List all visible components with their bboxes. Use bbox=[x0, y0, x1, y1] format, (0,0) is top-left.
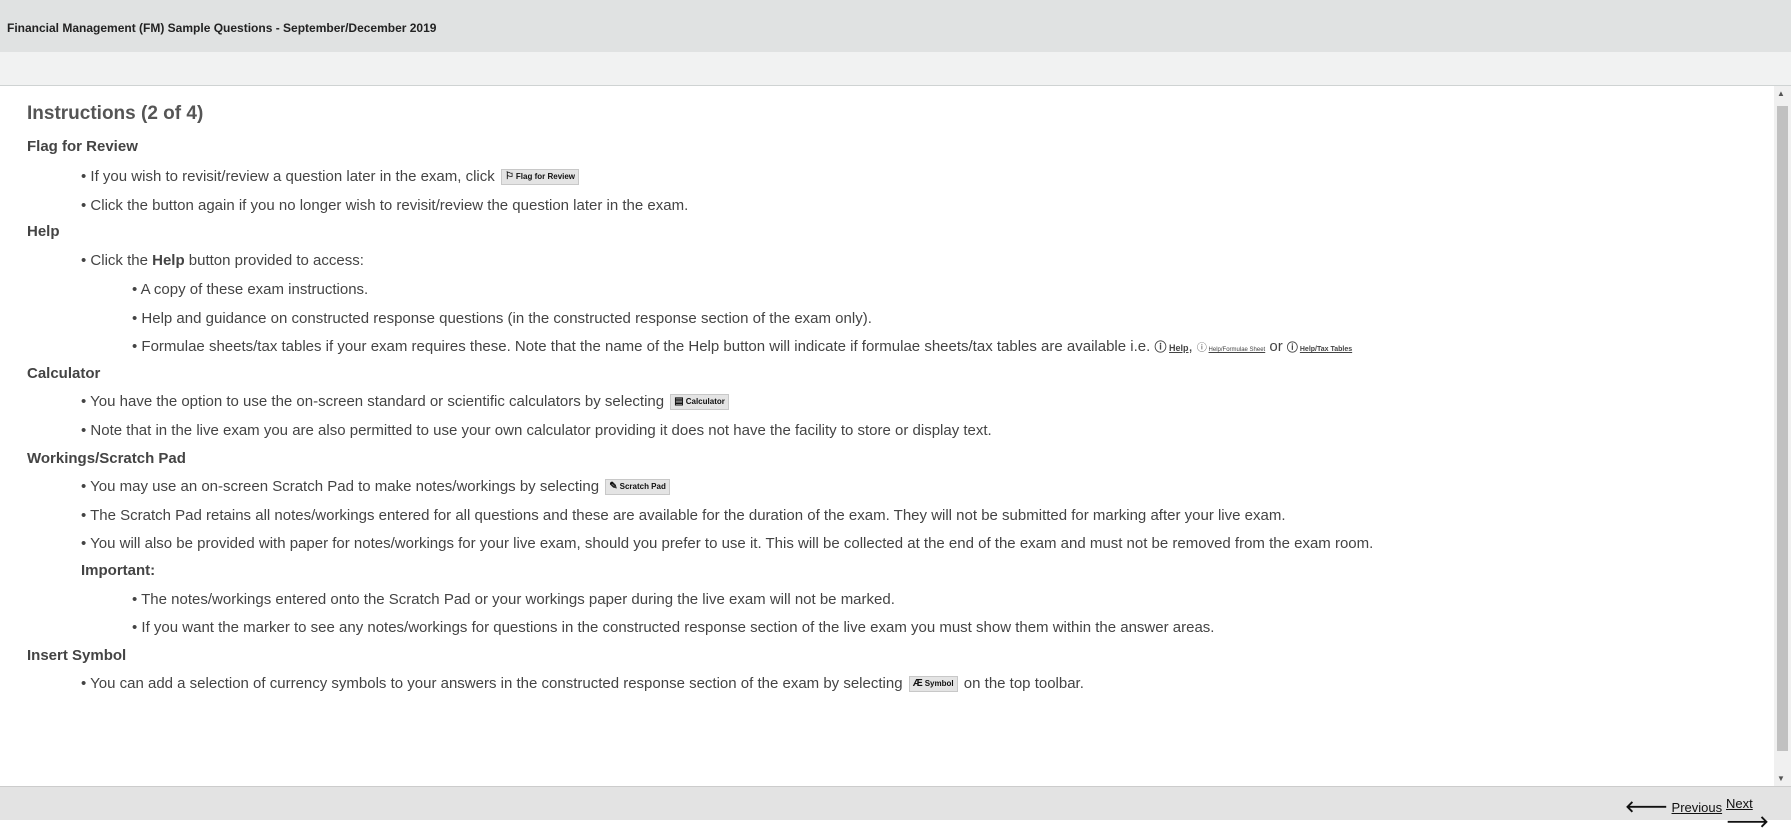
title-bar: Financial Management (FM) Sample Questio… bbox=[0, 0, 1791, 52]
help-sub-2: • Help and guidance on constructed respo… bbox=[132, 310, 872, 327]
workings-line-1: • You may use an on-screen Scratch Pad t… bbox=[81, 478, 672, 496]
section-title-symbol: Insert Symbol bbox=[27, 647, 127, 664]
flag-line-2: • Click the button again if you no longe… bbox=[81, 197, 689, 214]
flag-line-1: • If you wish to revisit/review a questi… bbox=[81, 168, 581, 186]
help-sub-3: • Formulae sheets/tax tables if your exa… bbox=[132, 338, 1353, 355]
instructions-content: Instructions (2 of 4) Flag for Review • … bbox=[0, 86, 1774, 786]
section-title-workings: Workings/Scratch Pad bbox=[27, 450, 186, 467]
important-line-2: • If you want the marker to see any note… bbox=[132, 619, 1215, 636]
page-title: Instructions (2 of 4) bbox=[27, 103, 204, 124]
help-circle-icon: ⓘ bbox=[1196, 343, 1207, 354]
help-circle-icon: ⓘ bbox=[1286, 342, 1298, 354]
workings-line-3: • You will also be provided with paper f… bbox=[81, 535, 1374, 552]
toolbar bbox=[0, 52, 1791, 86]
help-sub-1: • A copy of these exam instructions. bbox=[132, 281, 369, 298]
help-formulae-button-image: ⓘ Help/Formulae Sheet bbox=[1196, 343, 1266, 354]
calculator-icon: ▤ bbox=[674, 396, 684, 408]
vertical-scrollbar[interactable]: ▲ ▼ bbox=[1774, 86, 1791, 786]
flag-icon: ⚐ bbox=[504, 171, 514, 183]
section-title-help: Help bbox=[27, 223, 60, 240]
ae-symbol-icon: Æ bbox=[912, 678, 923, 690]
scroll-down-icon[interactable]: ▼ bbox=[1777, 774, 1785, 783]
important-line-1: • The notes/workings entered onto the Sc… bbox=[132, 591, 895, 608]
section-title-flag: Flag for Review bbox=[27, 138, 138, 155]
symbol-line-1: • You can add a selection of currency sy… bbox=[81, 675, 1084, 693]
help-line-1: • Click the Help button provided to acce… bbox=[81, 252, 364, 269]
workings-line-2: • The Scratch Pad retains all notes/work… bbox=[81, 507, 1286, 524]
help-button-image: ⓘ Help bbox=[1154, 340, 1189, 354]
scrollbar-thumb[interactable] bbox=[1777, 106, 1788, 751]
flag-for-review-button-image: ⚐ Flag for Review bbox=[500, 169, 580, 186]
help-circle-icon: ⓘ bbox=[1154, 340, 1167, 354]
scratch-pad-icon: ✎ bbox=[609, 481, 618, 493]
next-button[interactable]: Next 🡒 bbox=[1726, 796, 1791, 832]
navigation-bar: 🡐 Previous Next 🡒 bbox=[0, 786, 1791, 831]
previous-button[interactable]: 🡐 Previous bbox=[1625, 796, 1722, 817]
section-title-calculator: Calculator bbox=[27, 365, 101, 382]
important-label: Important: bbox=[81, 562, 156, 579]
calculator-line-1: • You have the option to use the on-scre… bbox=[81, 393, 731, 411]
exam-title: Financial Management (FM) Sample Questio… bbox=[7, 21, 437, 35]
arrow-right-icon: 🡒 bbox=[1726, 814, 1769, 831]
calculator-button-image: ▤ Calculator bbox=[670, 394, 729, 411]
scroll-up-icon[interactable]: ▲ bbox=[1777, 89, 1785, 98]
arrow-left-icon: 🡐 bbox=[1625, 799, 1668, 816]
calculator-line-2: • Note that in the live exam you are als… bbox=[81, 422, 992, 439]
help-tax-button-image: ⓘ Help/Tax Tables bbox=[1286, 342, 1353, 354]
scratch-pad-button-image: ✎ Scratch Pad bbox=[605, 479, 670, 496]
symbol-button-image: Æ Symbol bbox=[908, 676, 958, 693]
